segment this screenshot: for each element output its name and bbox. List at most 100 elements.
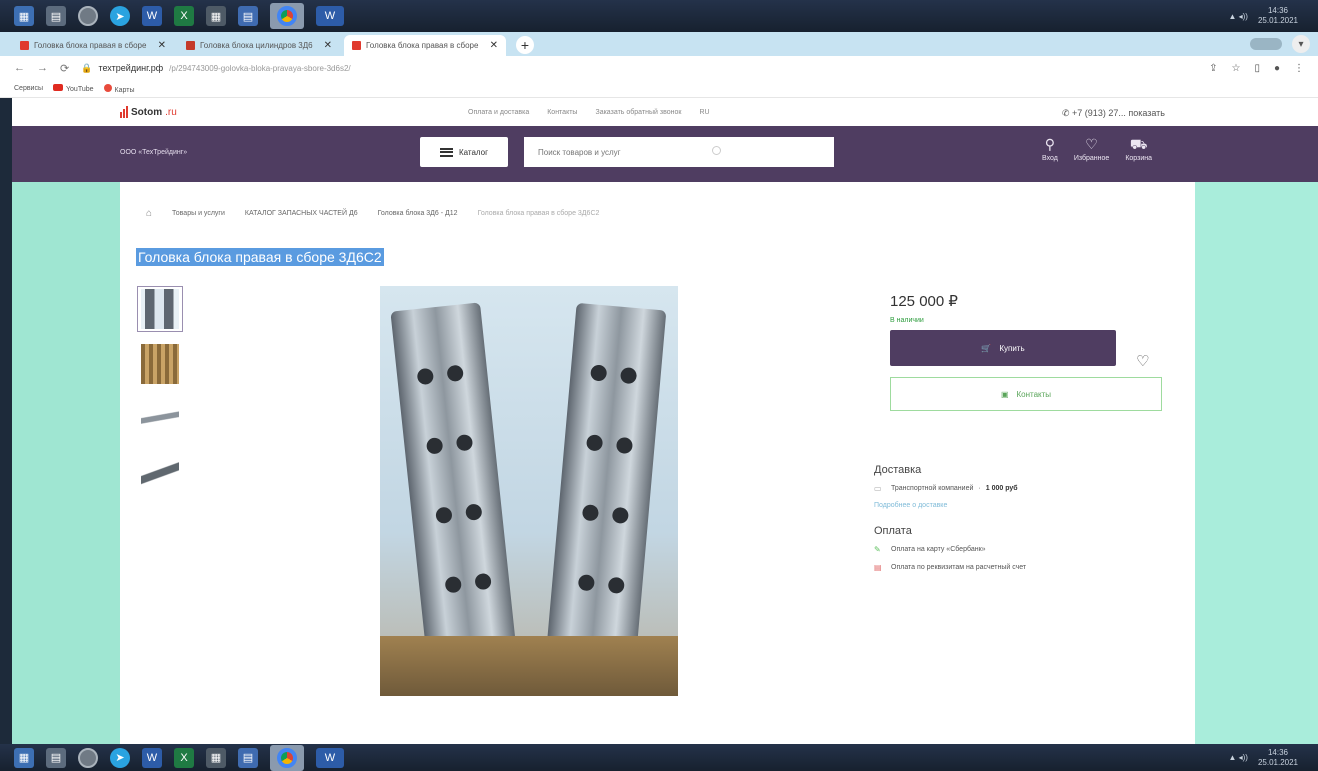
- link-callback[interactable]: Заказать обратный звонок: [595, 109, 681, 116]
- word-icon[interactable]: W: [142, 747, 162, 768]
- language-switch[interactable]: RU: [699, 109, 709, 116]
- bookmark-label: YouTube: [66, 86, 94, 93]
- forward-icon[interactable]: →: [37, 62, 48, 74]
- word-window-icon[interactable]: W: [316, 6, 344, 26]
- calculator-icon[interactable]: ▦: [206, 747, 226, 768]
- phone-link[interactable]: ✆ +7 (913) 27... показать: [1062, 108, 1165, 119]
- clock[interactable]: 14:36 25.01.2021: [1258, 748, 1298, 768]
- link-contacts[interactable]: Контакты: [547, 109, 577, 116]
- telegram-icon[interactable]: ➤: [110, 747, 130, 768]
- buy-button[interactable]: 🛒 Купить: [890, 330, 1116, 366]
- chrome-icon[interactable]: [270, 3, 304, 29]
- tab-search-pill[interactable]: [1250, 38, 1282, 50]
- bookmark-maps[interactable]: Карты: [103, 83, 135, 94]
- chrome-icon[interactable]: [270, 744, 304, 771]
- new-tab-icon[interactable]: +: [516, 36, 534, 54]
- explorer-icon[interactable]: ▤: [46, 747, 66, 768]
- word-icon[interactable]: W: [142, 6, 162, 26]
- maps-icon: [103, 83, 112, 92]
- word-window-icon[interactable]: W: [316, 747, 344, 768]
- card-icon: ✎: [874, 545, 881, 554]
- home-icon[interactable]: ⌂: [146, 208, 152, 219]
- browser-tab-3-active[interactable]: Головка блока правая в сборе ✕: [344, 35, 506, 56]
- cart-label: Корзина: [1125, 155, 1152, 162]
- network-icon[interactable]: ▲ ◂)): [1228, 753, 1247, 762]
- page-title: Головка блока правая в сборе 3Д6С2: [136, 248, 384, 266]
- lock-icon: 🔒: [81, 62, 93, 73]
- thumbnail-2[interactable]: [137, 341, 183, 387]
- payment-invoice: Оплата по реквизитам на расчетный счет: [891, 564, 1027, 571]
- url-host: техтрейдинг.рф: [98, 63, 164, 73]
- browser-tab-2[interactable]: Головка блока цилиндров 3Д6 ✕: [178, 35, 340, 56]
- reload-icon[interactable]: ⟳: [60, 62, 69, 75]
- tab-close-icon[interactable]: ✕: [324, 40, 332, 51]
- logo-text: Sotom: [131, 106, 163, 118]
- url-field[interactable]: 🔒 техтрейдинг.рф /p/294743009-golovka-bl…: [81, 63, 350, 74]
- link-payment-delivery[interactable]: Оплата и доставка: [468, 109, 529, 116]
- disc-icon[interactable]: [78, 6, 98, 26]
- document-icon[interactable]: ▤: [238, 6, 258, 26]
- contacts-button[interactable]: ▣ Контакты: [890, 377, 1162, 411]
- tab-title: Головка блока цилиндров 3Д6: [200, 41, 313, 50]
- document-icon[interactable]: ▤: [238, 747, 258, 768]
- windows-start-icon[interactable]: ▦: [14, 747, 34, 768]
- product-main-image[interactable]: [380, 286, 678, 696]
- cylinder-head-left: [390, 302, 520, 690]
- system-tray: ▲ ◂)) 14:36 25.01.2021: [1228, 6, 1318, 26]
- excel-icon[interactable]: X: [174, 6, 194, 26]
- breadcrumb-item[interactable]: КАТАЛОГ ЗАПАСНЫХ ЧАСТЕЙ Д6: [245, 210, 358, 217]
- payment-title: Оплата: [874, 525, 912, 537]
- network-icon[interactable]: ▲ ◂)): [1228, 12, 1247, 21]
- address-bar: ← → ⟳ 🔒 техтрейдинг.рф /p/294743009-golo…: [0, 56, 1318, 80]
- browser-tab-1[interactable]: Головка блока правая в сборе ✕: [12, 35, 174, 56]
- calculator-icon[interactable]: ▦: [206, 6, 226, 26]
- clock[interactable]: 14:36 25.01.2021: [1258, 6, 1298, 26]
- tab-favicon-icon: [20, 41, 29, 50]
- explorer-icon[interactable]: ▤: [46, 6, 66, 26]
- breadcrumb-current: Головка блока правая в сборе 3Д6С2: [477, 210, 600, 217]
- bookmark-star-icon[interactable]: ☆: [1231, 63, 1240, 74]
- delivery-more-link[interactable]: Подробнее о доставке: [874, 502, 1174, 509]
- share-icon[interactable]: ⇪: [1209, 63, 1217, 74]
- add-to-favorites-icon[interactable]: ♡: [1136, 352, 1149, 370]
- profile-icon[interactable]: ▾: [1292, 35, 1310, 53]
- favorites-button[interactable]: ♡ Избранное: [1074, 136, 1109, 162]
- thumbnail-3[interactable]: [137, 396, 183, 442]
- cylinder-head-right: [543, 302, 667, 690]
- disc-icon[interactable]: [78, 747, 98, 768]
- site-logo[interactable]: Sotom .ru: [120, 106, 177, 118]
- browser-tabstrip: Головка блока правая в сборе ✕ Головка б…: [0, 32, 1318, 56]
- tab-close-icon[interactable]: ✕: [158, 40, 166, 51]
- windows-start-icon[interactable]: ▦: [14, 6, 34, 26]
- cart-button[interactable]: ⛟ Корзина: [1125, 136, 1152, 162]
- catalog-button[interactable]: Каталог: [420, 137, 508, 167]
- os-taskbar-top: ▦ ▤ ➤ W X ▦ ▤ W ▲ ◂)) 14:36 25.01.2021: [0, 0, 1318, 32]
- delivery-title: Доставка: [874, 464, 922, 476]
- top-links: Оплата и доставка Контакты Заказать обра…: [468, 109, 710, 116]
- login-button[interactable]: ⚲ Вход: [1042, 136, 1058, 162]
- stock-status: В наличии: [890, 317, 924, 324]
- reading-list-icon[interactable]: ▯: [1254, 63, 1260, 74]
- breadcrumb-item[interactable]: Товары и услуги: [172, 210, 225, 217]
- tab-close-icon[interactable]: ✕: [490, 40, 498, 51]
- telegram-icon[interactable]: ➤: [110, 6, 130, 26]
- back-icon[interactable]: ←: [14, 62, 25, 74]
- search-input[interactable]: [524, 137, 834, 167]
- search-icon[interactable]: [712, 146, 721, 155]
- delivery-row: ▭ Транспортной компанией · 1 000 руб: [874, 484, 1018, 493]
- delivery-payment-info: Доставка ▭ Транспортной компанией · 1 00…: [874, 464, 1174, 581]
- contacts-label: Контакты: [1016, 389, 1052, 399]
- delivery-method: Транспортной компанией: [891, 485, 974, 492]
- account-icon[interactable]: ●: [1274, 63, 1280, 74]
- bookmark-services[interactable]: Сервисы: [14, 85, 43, 92]
- excel-icon[interactable]: X: [174, 747, 194, 768]
- thumbnail-image: [141, 344, 179, 384]
- menu-dots-icon[interactable]: ⋮: [1294, 63, 1304, 74]
- login-label: Вход: [1042, 155, 1058, 162]
- url-path: /p/294743009-golovka-bloka-pravaya-sbore…: [169, 63, 351, 73]
- thumbnail-1[interactable]: [137, 286, 183, 332]
- bookmark-label: Карты: [114, 86, 135, 94]
- breadcrumb-item[interactable]: Головка блока 3Д6 - Д12: [378, 210, 458, 217]
- bookmark-youtube[interactable]: YouTube: [53, 84, 94, 93]
- thumbnail-4[interactable]: [137, 451, 183, 497]
